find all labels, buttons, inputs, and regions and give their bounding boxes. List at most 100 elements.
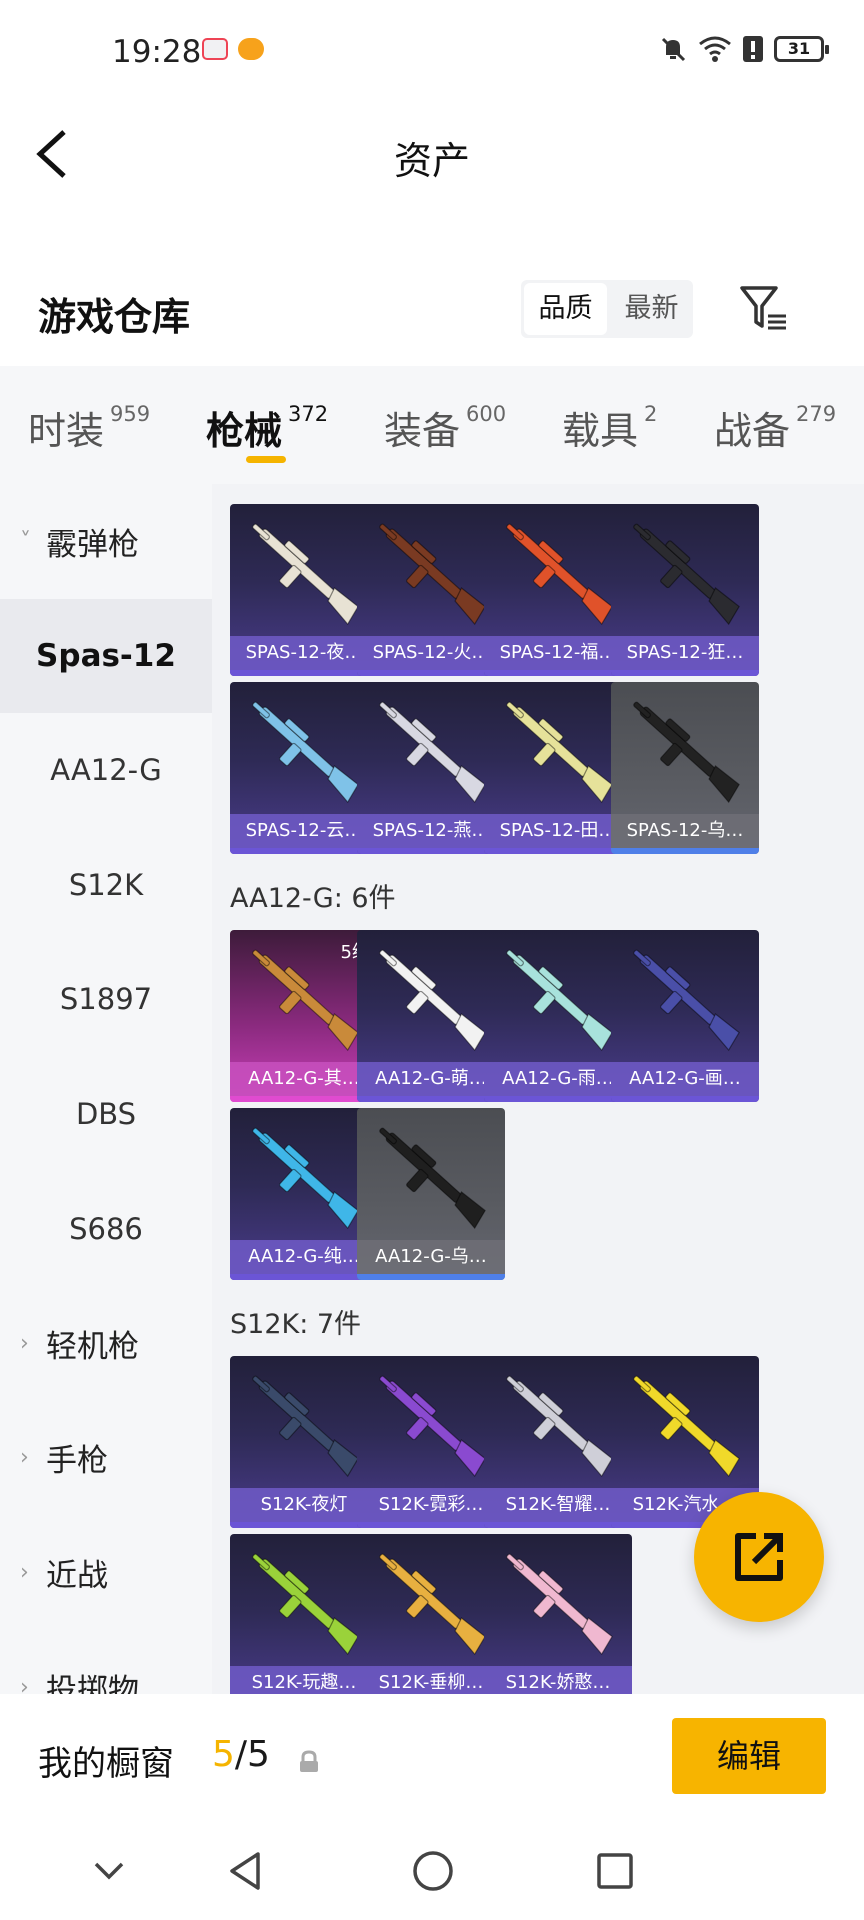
skin-card[interactable]: SPAS-12-田… (484, 682, 632, 854)
skin-card[interactable]: SPAS-12-燕… (357, 682, 505, 854)
tab-count: 2 (644, 402, 658, 426)
rarity-bar (484, 670, 632, 676)
battery-indicator: 31 (774, 36, 829, 62)
skin-card[interactable]: SPAS-12-云… (230, 682, 378, 854)
section-title: 游戏仓库 (38, 295, 191, 339)
group-heading: S12K: 7件 (230, 1309, 362, 1340)
sidebar-item[interactable]: S686 (0, 1172, 212, 1286)
chevron-down-icon: ˅ (20, 528, 31, 554)
sidebar-item-label: S686 (69, 1211, 143, 1246)
rarity-bar (611, 670, 759, 676)
showcase-bar: 我的橱窗 5/5 编辑 (0, 1694, 864, 1824)
sidebar-item-label: DBS (75, 1097, 137, 1131)
sidebar-item[interactable]: DBS (0, 1057, 212, 1171)
skin-name: SPAS-12-田… (484, 814, 632, 848)
skin-card[interactable]: AA12-G-萌… (357, 930, 505, 1102)
skin-card[interactable]: SPAS-12-福… (484, 504, 632, 676)
sort-toggle: 品质 最新 (521, 280, 693, 338)
filter-icon[interactable] (738, 282, 792, 336)
skin-card[interactable]: S12K-霓彩… (357, 1356, 505, 1528)
skin-name: AA12-G-乌… (357, 1240, 505, 1274)
skin-name: AA12-G-萌… (357, 1062, 505, 1096)
sidebar-item-label: S12K (68, 867, 144, 902)
home-circle-icon[interactable] (408, 1846, 458, 1896)
sidebar-item[interactable]: S1897 (0, 942, 212, 1056)
rarity-bar (484, 1522, 632, 1528)
skin-name: SPAS-12-云… (230, 814, 378, 848)
category-tabs: 时装 959 枪械 372 装备 600 载具 2 战备 279 (0, 366, 864, 484)
sidebar-group[interactable]: › 手枪 (0, 1401, 212, 1515)
rarity-bar (357, 1096, 505, 1102)
sort-option-newest[interactable]: 最新 (610, 280, 693, 338)
sort-option-quality[interactable]: 品质 (524, 283, 607, 335)
chevron-down-icon[interactable] (84, 1846, 134, 1896)
share-button[interactable] (694, 1492, 824, 1622)
weapon-icon (633, 1375, 740, 1478)
sidebar-group[interactable]: › 近战 (0, 1515, 212, 1629)
rarity-bar (484, 1096, 632, 1102)
weapon-icon (506, 523, 613, 626)
rarity-bar (230, 848, 378, 854)
skin-card[interactable]: AA12-G-纯… (230, 1108, 378, 1280)
edit-button[interactable]: 编辑 (672, 1718, 826, 1794)
sidebar-item-label: 霰弹枪 (46, 526, 139, 563)
page-title: 资产 (393, 139, 470, 183)
rarity-bar (357, 1274, 505, 1280)
weapon-icon (379, 701, 486, 804)
system-navigation (0, 1824, 864, 1920)
skin-card[interactable]: AA12-G-雨… (484, 930, 632, 1102)
weapon-icon (379, 1375, 486, 1478)
recents-square-icon[interactable] (590, 1846, 640, 1896)
weapon-icon (252, 1375, 359, 1478)
weapon-icon (379, 949, 486, 1052)
skin-card[interactable]: SPAS-12-火… (357, 504, 505, 676)
skin-card[interactable]: SPAS-12-夜… (230, 504, 378, 676)
skin-name: AA12-G-雨… (484, 1062, 632, 1096)
top-nav: 资产 (0, 104, 864, 204)
sidebar-group[interactable]: › 投掷物 (0, 1630, 212, 1695)
sidebar-item[interactable]: AA12-G (0, 713, 212, 827)
sidebar-item-label: AA12-G (50, 753, 162, 788)
tab-firearms[interactable]: 枪械 372 (206, 400, 328, 455)
chevron-right-icon: › (20, 1674, 29, 1695)
sidebar-item[interactable]: Spas-12 (0, 598, 212, 713)
skin-card[interactable]: S12K-娇憨… (484, 1534, 632, 1694)
skin-card[interactable]: S12K-夜灯 (230, 1356, 378, 1528)
skin-name: AA12-G-画… (611, 1062, 759, 1096)
skin-name: S12K-夜灯 (230, 1488, 378, 1522)
skin-card[interactable]: S12K-垂柳… (357, 1534, 505, 1694)
rarity-bar (357, 670, 505, 676)
skin-card[interactable]: S12K-智耀… (484, 1356, 632, 1528)
skin-card[interactable]: SPAS-12-乌… (611, 682, 759, 854)
weapon-icon (379, 1127, 486, 1230)
skin-name: S12K-霓彩… (357, 1488, 505, 1522)
sidebar-item[interactable]: S12K (0, 828, 212, 942)
weapon-icon (379, 1553, 486, 1656)
back-triangle-icon[interactable] (222, 1846, 272, 1896)
skin-card[interactable]: S12K-玩趣… (230, 1534, 378, 1694)
weapon-icon (633, 949, 740, 1052)
sidebar-item-label: 近战 (46, 1557, 108, 1594)
weapon-icon (506, 1553, 613, 1656)
active-tab-indicator (246, 456, 286, 463)
tab-equipment[interactable]: 装备 600 (384, 400, 506, 455)
skin-card[interactable]: SPAS-12-狂… (611, 504, 759, 676)
weapon-icon (252, 1553, 359, 1656)
skin-name: SPAS-12-狂… (611, 636, 759, 670)
rarity-bar (611, 1096, 759, 1102)
sidebar-group[interactable]: › 轻机枪 (0, 1286, 212, 1400)
tab-vehicles[interactable]: 载具 2 (562, 400, 657, 455)
tab-supplies[interactable]: 战备 279 (714, 400, 836, 455)
skin-name: SPAS-12-乌… (611, 814, 759, 848)
sidebar-group[interactable]: ˅ 霰弹枪 (0, 484, 212, 598)
skin-card[interactable]: AA12-G-乌… (357, 1108, 505, 1280)
skin-name: S12K-娇憨… (484, 1666, 632, 1694)
skin-card[interactable]: AA12-G-画… (611, 930, 759, 1102)
chevron-right-icon: › (20, 1445, 29, 1471)
skin-card[interactable]: 5级 AA12-G-其… (230, 930, 378, 1102)
weapon-icon (506, 949, 613, 1052)
tab-fashion[interactable]: 时装 959 (28, 400, 150, 455)
wifi-icon (699, 36, 731, 62)
skin-name: S12K-垂柳… (357, 1666, 505, 1694)
sidebar-item-label: 投掷物 (46, 1672, 139, 1695)
